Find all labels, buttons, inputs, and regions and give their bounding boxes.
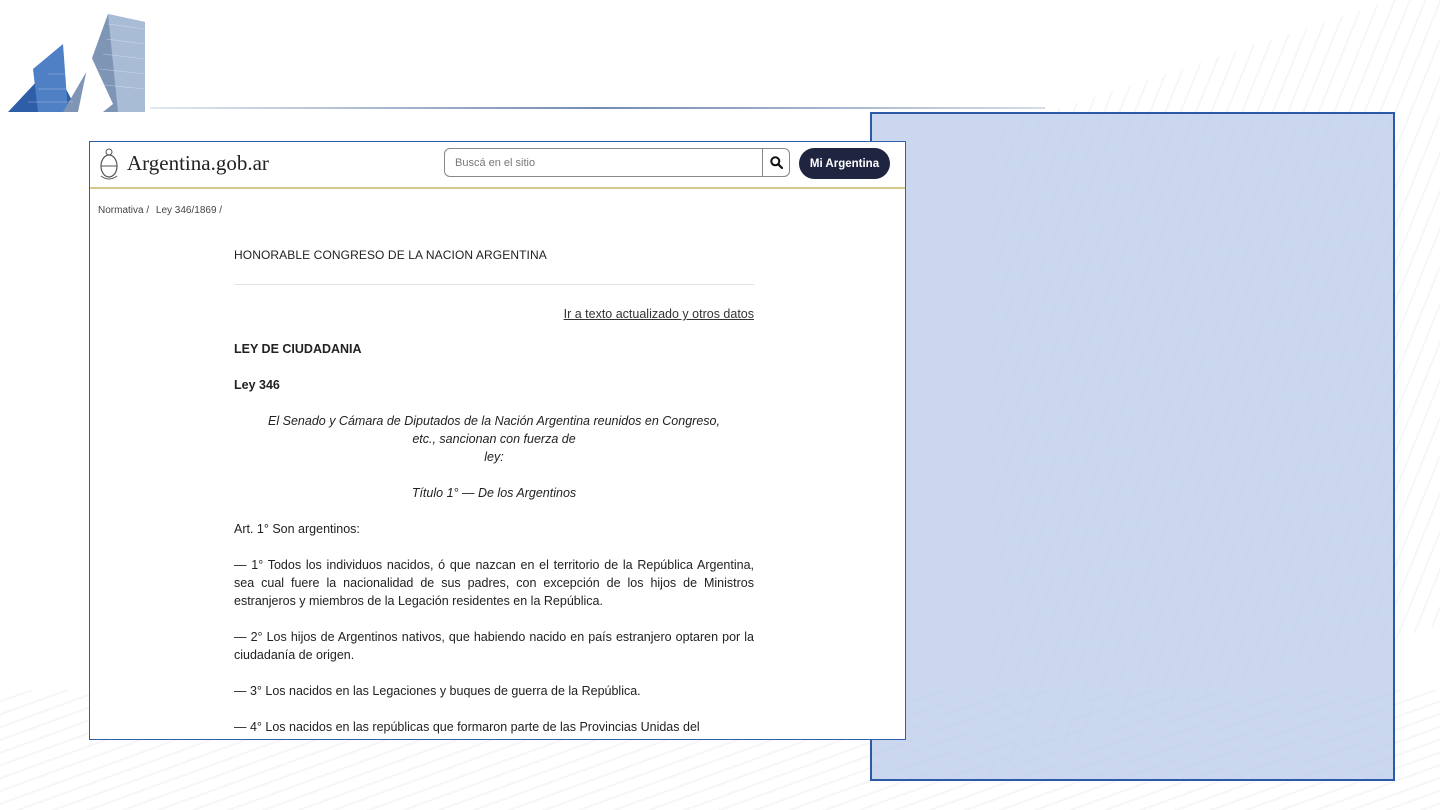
- updated-text-link[interactable]: Ir a texto actualizado y otros datos: [564, 307, 754, 321]
- breadcrumb-item-ley[interactable]: Ley 346/1869 /: [156, 205, 222, 216]
- article-heading: Art. 1° Son argentinos:: [234, 522, 360, 536]
- search-icon: [769, 156, 783, 169]
- header-divider: [150, 107, 1045, 109]
- section-divider: [234, 284, 754, 285]
- breadcrumb-item-normativa[interactable]: Normativa /: [98, 205, 149, 216]
- site-title[interactable]: Argentina.gob.ar: [127, 151, 269, 176]
- search-input[interactable]: [445, 149, 763, 176]
- article-paragraph: — 2° Los hijos de Argentinos nativos, qu…: [234, 630, 754, 662]
- article-paragraph: — 1° Todos los individuos nacidos, ó que…: [234, 558, 754, 608]
- preamble: El Senado y Cámara de Diputados de la Na…: [234, 412, 754, 466]
- webpage-screenshot: Argentina.gob.ar Mi Argentina Normativa …: [89, 141, 906, 740]
- preamble-line: El Senado y Cámara de Diputados de la Na…: [268, 414, 720, 428]
- article-paragraph: — 4° Los nacidos en las repúblicas que f…: [234, 720, 700, 734]
- preamble-line: ley:: [484, 450, 504, 464]
- building-logo-icon: [8, 14, 146, 112]
- mi-argentina-button[interactable]: Mi Argentina: [799, 148, 890, 179]
- article-paragraph: — 3° Los nacidos en las Legaciones y buq…: [234, 684, 641, 698]
- coat-of-arms-icon: [100, 148, 118, 180]
- search-button[interactable]: [762, 149, 789, 176]
- site-header: Argentina.gob.ar Mi Argentina: [90, 142, 905, 189]
- law-title: LEY DE CIUDADANIA: [234, 342, 362, 356]
- title-heading: Título 1° — De los Argentinos: [411, 486, 577, 500]
- issuer-heading: HONORABLE CONGRESO DE LA NACION ARGENTIN…: [234, 248, 547, 262]
- law-number: Ley 346: [234, 378, 280, 392]
- side-panel: [870, 112, 1395, 781]
- breadcrumb: Normativa / Ley 346/1869 /: [98, 205, 226, 216]
- law-document: HONORABLE CONGRESO DE LA NACION ARGENTIN…: [234, 246, 754, 736]
- preamble-line: etc., sancionan con fuerza de: [412, 432, 576, 446]
- search-box: [444, 148, 790, 177]
